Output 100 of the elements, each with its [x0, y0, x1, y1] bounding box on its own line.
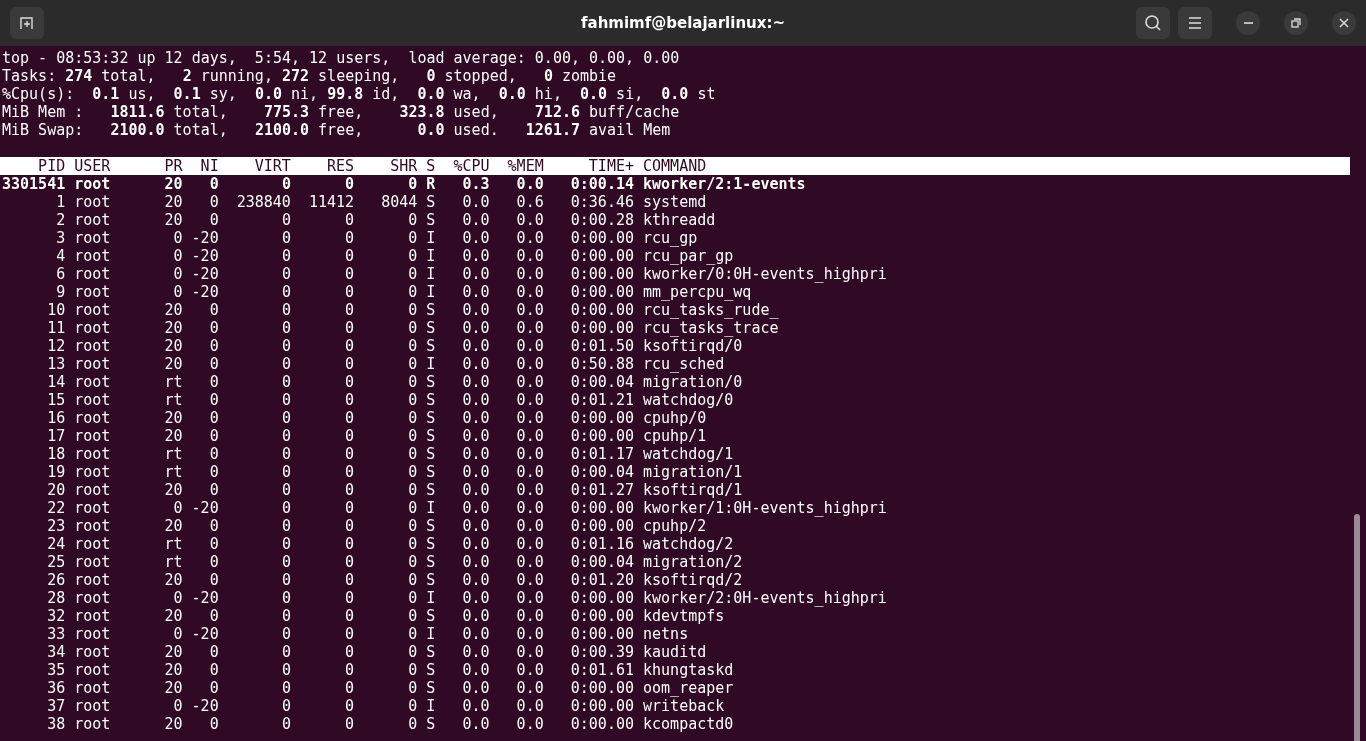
scrollbar[interactable]: [1354, 514, 1360, 741]
table-cell-text: 0:00.00: [569, 625, 634, 643]
table-cell-text: 0: [208, 607, 219, 625]
table-cell-text: -20: [190, 625, 219, 643]
table-cell-text: 17: [46, 427, 66, 445]
table-cell-text: I: [425, 229, 436, 247]
table-cell-text: 0: [208, 661, 219, 679]
table-cell-text: 0.0: [515, 589, 544, 607]
table-cell-text: 0: [208, 643, 219, 661]
table-cell-text: root: [73, 715, 112, 733]
table-cell-text: 20: [163, 679, 183, 697]
table-cell-text: 0.0: [515, 625, 544, 643]
table-cell-text: 0: [344, 391, 355, 409]
minimize-button[interactable]: [1236, 11, 1260, 35]
table-cell-text: S: [425, 337, 436, 355]
restore-button[interactable]: [1284, 11, 1308, 35]
table-cell-text: 20: [163, 175, 183, 193]
table-cell-text: rcu_tasks_trace: [642, 319, 779, 337]
table-cell-text: 0: [208, 553, 219, 571]
table-cell-text: 4: [55, 247, 66, 265]
table-cell-text: 0:00.00: [569, 319, 634, 337]
table-cell-text: 1: [55, 193, 66, 211]
table-cell-text: 0.0: [461, 229, 490, 247]
table-cell-text: kdevtmpfs: [642, 607, 725, 625]
close-button[interactable]: [1332, 11, 1356, 35]
menu-icon: [1188, 17, 1202, 29]
table-cell-text: 0.0: [461, 481, 490, 499]
table-cell-text: 0.0: [461, 499, 490, 517]
table-cell-text: 0: [344, 319, 355, 337]
table-cell-text: ksoftirqd/1: [642, 481, 743, 499]
table-cell-text: 0.0: [461, 589, 490, 607]
table-cell-text: 0:00.00: [569, 247, 634, 265]
table-cell-text: 20: [163, 193, 183, 211]
table-cell-text: 0:50.88: [569, 355, 634, 373]
table-cell-text: 0: [280, 697, 291, 715]
table-cell-text: root: [73, 247, 112, 265]
table-cell-text: root: [73, 625, 112, 643]
table-cell-text: root: [73, 373, 112, 391]
table-cell-text: 0: [280, 409, 291, 427]
table-cell-text: 0: [208, 301, 219, 319]
table-cell-text: 28: [46, 589, 66, 607]
table-cell-text: 18: [46, 445, 66, 463]
table-cell-text: 0: [407, 679, 418, 697]
table-cell-text: 20: [163, 319, 183, 337]
table-cell-text: 0: [280, 535, 291, 553]
table-cell-text: 0: [344, 373, 355, 391]
table-cell-text: 0.6: [515, 193, 544, 211]
table-cell-text: 0:00.00: [569, 589, 634, 607]
table-cell-text: 0.0: [515, 697, 544, 715]
new-tab-button[interactable]: [10, 7, 44, 39]
table-cell-text: 32: [46, 607, 66, 625]
table-cell-text: migration/2: [642, 553, 743, 571]
table-cell-text: 0:01.17: [569, 445, 634, 463]
table-cell-text: S: [425, 193, 436, 211]
table-cell-text: 15: [46, 391, 66, 409]
table-cell-text: 0: [172, 265, 183, 283]
table-cell-text: 0: [407, 175, 418, 193]
table-cell-text: -20: [190, 229, 219, 247]
table-cell-text: -20: [190, 589, 219, 607]
table-cell-text: 0.0: [461, 283, 490, 301]
table-cell-text: 0: [208, 679, 219, 697]
window-title: fahmimf@belajarlinux:~: [581, 14, 785, 32]
table-cell-text: R: [425, 175, 436, 193]
table-cell-text: 0.0: [515, 499, 544, 517]
table-cell-text: root: [73, 337, 112, 355]
table-cell-text: 0:00.04: [569, 373, 634, 391]
table-cell-text: 0: [208, 319, 219, 337]
table-cell-text: 11: [46, 319, 66, 337]
table-cell-text: S: [425, 661, 436, 679]
table-cell-text: rt: [163, 391, 183, 409]
table-cell-text: kworker/0:0H-events_highpri: [642, 265, 887, 283]
table-cell-text: 0: [407, 571, 418, 589]
table-cell-text: 0.0: [461, 319, 490, 337]
table-cell-text: 0: [280, 337, 291, 355]
table-cell-text: root: [73, 211, 112, 229]
table-cell-text: 20: [163, 409, 183, 427]
table-cell-text: 0: [344, 409, 355, 427]
table-cell-text: 0: [344, 445, 355, 463]
table-cell-text: 0: [344, 175, 355, 193]
table-cell-text: 0: [208, 535, 219, 553]
table-cell-text: 0: [344, 355, 355, 373]
table-cell-text: 19: [46, 463, 66, 481]
table-cell-text: root: [73, 643, 112, 661]
table-cell-text: 0: [344, 661, 355, 679]
menu-button[interactable]: [1178, 7, 1212, 39]
table-cell-text: 0: [344, 499, 355, 517]
summary-line: %Cpu(s): 0.1 us, 0.1 sy, 0.0 ni, 99.8 id, 0.0 wa, 0.0 hi, 0.0 si, 0.0 st: [2, 85, 717, 103]
table-cell-text: 0.0: [515, 283, 544, 301]
table-cell-text: 0: [344, 535, 355, 553]
table-cell-text: 0:36.46: [569, 193, 634, 211]
column-header: RES: [326, 157, 355, 175]
table-cell-text: 9: [55, 283, 66, 301]
summary-line: MiB Mem : 1811.6 total, 775.3 free, 323.8 used, 712.6 buff/cache: [2, 103, 681, 121]
table-cell-text: rt: [163, 445, 183, 463]
table-cell-text: 0:00.04: [569, 553, 634, 571]
search-button[interactable]: [1136, 7, 1170, 39]
table-cell-text: S: [425, 301, 436, 319]
table-cell-text: 0: [344, 211, 355, 229]
table-cell-text: root: [73, 391, 112, 409]
table-cell-text: root: [73, 301, 112, 319]
